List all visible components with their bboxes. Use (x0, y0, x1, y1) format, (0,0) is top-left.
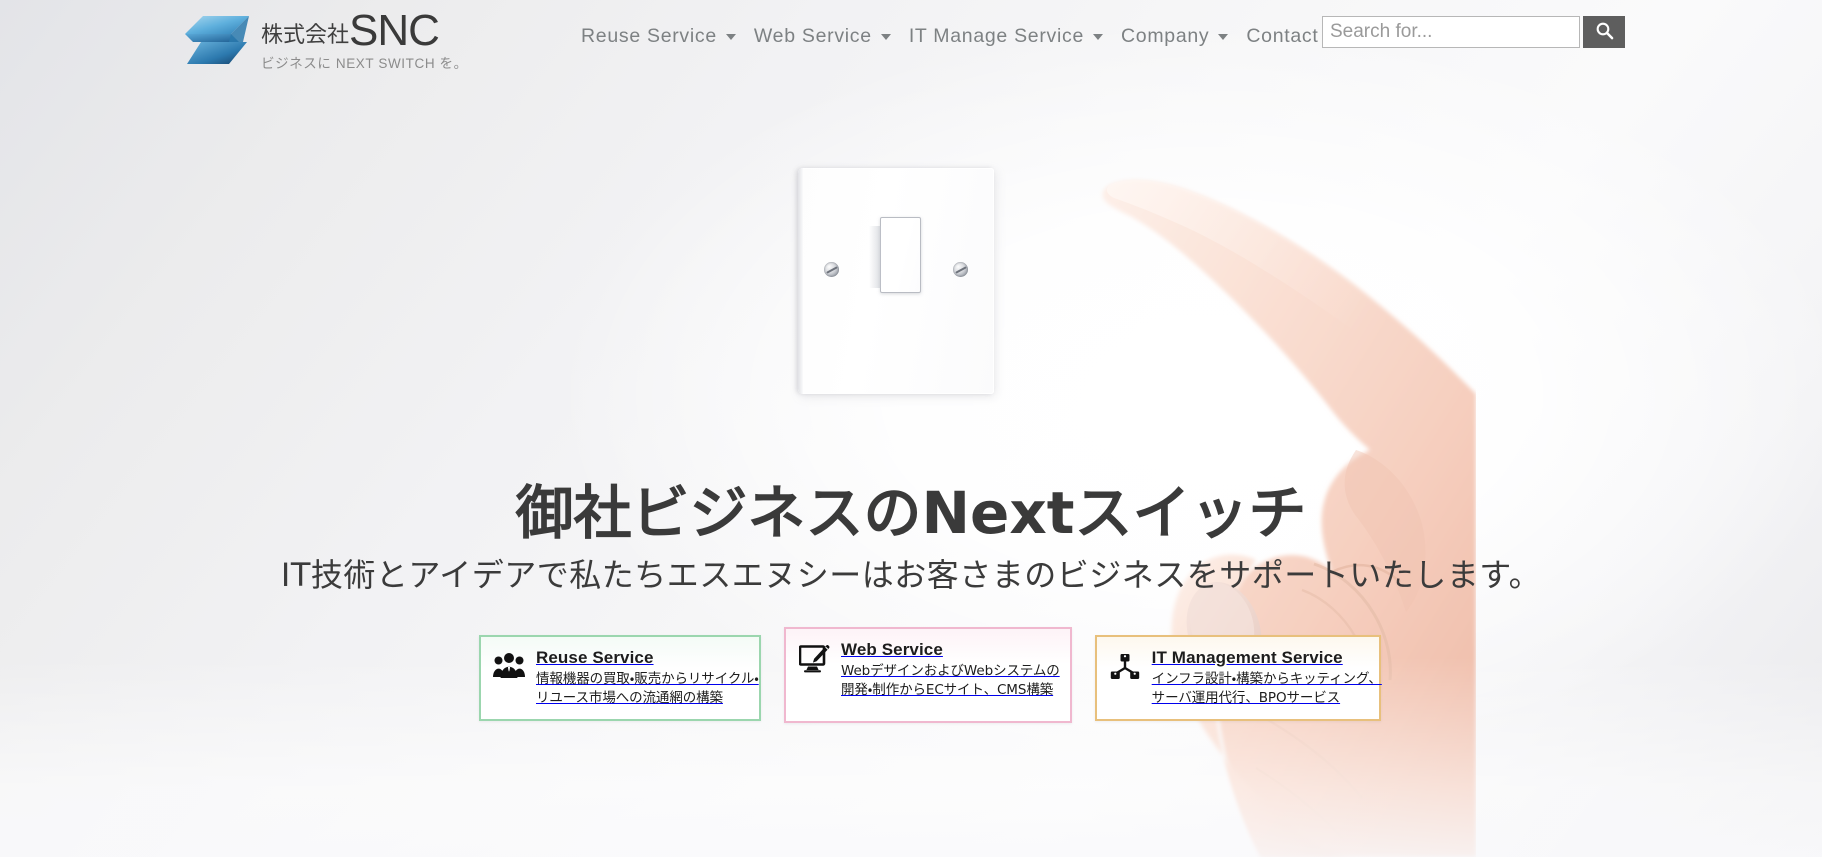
nav-label: Reuse Service (581, 25, 717, 47)
logo-text: 株式会社 SNC ビジネスに NEXT SWITCH を。 (261, 5, 468, 73)
hero-subheadline: IT技術とアイデアで私たちエスエヌシーはお客さまのビジネスをサポートいたします。 (280, 556, 1542, 594)
service-card-desc-line1: WebデザインおよびWebシステムの (841, 662, 1060, 679)
chevron-down-icon (880, 33, 891, 40)
nav-label: Web Service (753, 25, 872, 47)
logo-company-name: SNC (349, 5, 440, 55)
hero-section: 御社ビジネスのNextスイッチ IT技術とアイデアで私たちエスエヌシーはお客さま… (0, 0, 1822, 857)
service-card-it-management[interactable]: IT Management Service インフラ設計・構築からキッティング、… (1094, 635, 1382, 721)
service-card-description: 情報機器の買取・販売からリサイクル・ リユース市場への流通網の構築 (536, 670, 759, 709)
service-card-title: IT Management Service (1151, 648, 1343, 667)
nav-item-web-service[interactable]: Web Service (745, 21, 900, 52)
service-card-body: Web Service WebデザインおよびWebシステムの 開発・制作からEC… (841, 639, 1060, 701)
nav-item-reuse-service[interactable]: Reuse Service (572, 21, 745, 52)
search-form (1322, 16, 1625, 48)
snc-chevron-logo-icon (181, 12, 255, 70)
service-card-body: Reuse Service 情報機器の買取・販売からリサイクル・ リユース市場へ… (536, 647, 759, 709)
logo-tagline: ビジネスに NEXT SWITCH を。 (261, 56, 468, 72)
switch-rocker[interactable] (869, 217, 921, 293)
nav-label: IT Manage Service (908, 25, 1085, 47)
search-button[interactable] (1583, 16, 1625, 48)
service-card-desc-line2: 開発・制作からECサイト、CMS構築 (841, 682, 1054, 699)
search-input[interactable] (1322, 16, 1580, 48)
service-card-desc-line1: インフラ設計・構築からキッティング、 (1151, 670, 1382, 687)
switch-screw-left-icon (824, 262, 839, 277)
chevron-down-icon (725, 33, 736, 40)
chevron-down-icon (1093, 33, 1104, 40)
service-card-title: Reuse Service (536, 648, 654, 667)
service-card-desc-line2: リユース市場への流通網の構築 (536, 690, 723, 707)
nav-label: Contact (1246, 25, 1319, 47)
network-nodes-icon (1108, 653, 1142, 681)
service-card-desc-line1: 情報機器の買取・販売からリサイクル・ (536, 670, 759, 687)
service-card-title: Web Service (841, 640, 943, 659)
service-card-desc-line2: サーバ運用代行、BPOサービス (1151, 690, 1341, 707)
service-cards: Reuse Service 情報機器の買取・販売からリサイクル・ リユース市場へ… (479, 627, 1382, 727)
switch-screw-right-icon (953, 262, 968, 277)
nav-item-company[interactable]: Company (1112, 21, 1237, 52)
main-navigation: Reuse Service Web Service IT Manage Serv… (572, 21, 1327, 52)
light-switch-plate-image (798, 168, 994, 394)
people-group-icon (492, 653, 526, 679)
service-card-description: インフラ設計・構築からキッティング、 サーバ運用代行、BPOサービス (1152, 670, 1382, 709)
page-root: 株式会社 SNC ビジネスに NEXT SWITCH を。 Reuse Serv… (0, 0, 1822, 857)
nav-label: Company (1121, 25, 1210, 47)
site-logo[interactable]: 株式会社 SNC ビジネスに NEXT SWITCH を。 (181, 5, 468, 73)
service-card-reuse[interactable]: Reuse Service 情報機器の買取・販売からリサイクル・ リユース市場へ… (479, 635, 761, 721)
nav-item-it-manage-service[interactable]: IT Manage Service (900, 21, 1112, 52)
search-icon (1595, 21, 1614, 43)
nav-item-contact[interactable]: Contact (1237, 21, 1327, 52)
logo-company-prefix: 株式会社 (261, 22, 350, 48)
site-header: 株式会社 SNC ビジネスに NEXT SWITCH を。 Reuse Serv… (0, 0, 1822, 80)
service-card-description: WebデザインおよびWebシステムの 開発・制作からECサイト、CMS構築 (841, 662, 1060, 701)
hero-headline: 御社ビジネスのNextスイッチ (515, 479, 1307, 547)
service-card-web[interactable]: Web Service WebデザインおよびWebシステムの 開発・制作からEC… (784, 627, 1072, 723)
chevron-down-icon (1218, 33, 1229, 40)
service-card-body: IT Management Service インフラ設計・構築からキッティング、… (1152, 647, 1382, 709)
monitor-pen-icon (797, 645, 831, 673)
